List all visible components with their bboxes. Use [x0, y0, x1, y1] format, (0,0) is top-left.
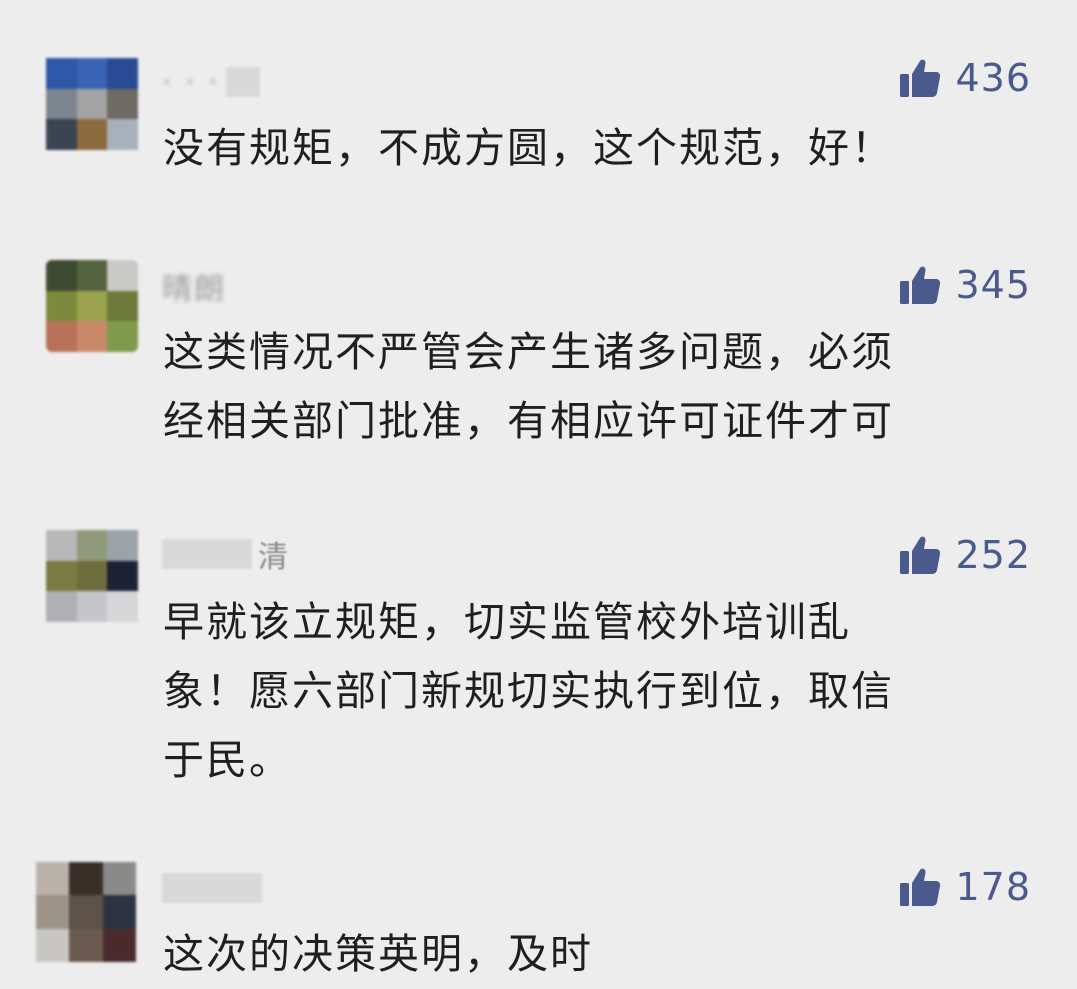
like-button[interactable]: 178: [899, 862, 1031, 912]
avatar-mosaic-tile: [46, 88, 77, 120]
avatar-mosaic-tile: [46, 58, 77, 89]
avatar-mosaic-tile: [69, 895, 103, 929]
thumbs-up-icon: [899, 534, 941, 576]
avatar-mosaic-tile: [107, 321, 138, 352]
like-count: 345: [955, 263, 1031, 307]
avatar-mosaic-tile: [46, 290, 77, 322]
avatar-mosaic-tile: [107, 560, 138, 592]
commenter-name: 清: [162, 534, 290, 575]
like-count: 178: [955, 865, 1031, 909]
avatar-mosaic-tile: [46, 260, 77, 291]
like-button[interactable]: 436: [899, 53, 1031, 103]
like-button[interactable]: 345: [899, 260, 1031, 310]
commenter-name-text: · · ·: [162, 64, 220, 100]
avatar-mosaic-tile: [36, 928, 70, 962]
like-button[interactable]: 252: [899, 530, 1031, 580]
avatar-mosaic-tile: [76, 88, 108, 120]
commenter-name-text: 清: [258, 540, 290, 575]
avatar-mosaic-tile: [36, 895, 70, 929]
avatar-mosaic-tile: [107, 119, 138, 150]
avatar-mosaic-tile: [46, 560, 77, 592]
avatar-mosaic-tile: [107, 260, 138, 291]
comment-text: 这次的决策英明，及时: [163, 930, 593, 978]
avatar-mosaic-tile: [46, 321, 77, 352]
avatar-mosaic-tile: [76, 321, 108, 352]
avatar[interactable]: [46, 530, 138, 622]
avatar-mosaic-tile: [107, 530, 138, 561]
avatar-mosaic-tile: [107, 591, 138, 622]
thumbs-up-icon: [899, 264, 941, 306]
avatar-mosaic-tile: [107, 88, 138, 120]
avatar-mosaic-tile: [76, 260, 108, 291]
name-blur-block: [162, 539, 252, 569]
avatar[interactable]: [36, 862, 136, 962]
avatar-mosaic-tile: [102, 928, 136, 962]
avatar[interactable]: [46, 58, 138, 150]
commenter-name: · · ·: [162, 62, 260, 102]
avatar-mosaic-tile: [46, 119, 77, 150]
avatar-mosaic-tile: [76, 591, 108, 622]
avatar-mosaic-tile: [76, 119, 108, 150]
comment-text: 没有规矩，不成方圆，这个规范，好！: [163, 124, 894, 172]
name-blur-block: [225, 67, 260, 97]
like-count: 252: [955, 533, 1031, 577]
avatar-mosaic-tile: [76, 290, 108, 322]
commenter-name: [162, 868, 262, 908]
avatar-mosaic-tile: [76, 530, 108, 561]
comment-text: 这类情况不严管会产生诸多问题，必须 经相关部门批准，有相应许可证件才可: [163, 328, 894, 445]
avatar-mosaic-tile: [76, 58, 108, 89]
avatar-mosaic-tile: [36, 862, 70, 896]
avatar-mosaic-tile: [69, 862, 103, 896]
thumbs-up-icon: [899, 866, 941, 908]
avatar-mosaic-tile: [107, 58, 138, 89]
thumbs-up-icon: [899, 57, 941, 99]
avatar-mosaic-tile: [102, 895, 136, 929]
like-count: 436: [955, 56, 1031, 100]
comment-text: 早就该立规矩，切实监管校外培训乱 象！愿六部门新规切实执行到位，取信 于民。: [163, 598, 894, 784]
avatar-mosaic-tile: [102, 862, 136, 896]
avatar-mosaic-tile: [76, 560, 108, 592]
commenter-name: 晴朗: [162, 266, 226, 307]
name-blur-block: [162, 873, 262, 903]
commenter-name-text: 晴朗: [162, 272, 226, 307]
avatar-mosaic-tile: [46, 530, 77, 561]
avatar-mosaic-tile: [46, 591, 77, 622]
avatar[interactable]: [46, 260, 138, 352]
avatar-mosaic-tile: [107, 290, 138, 322]
avatar-mosaic-tile: [69, 928, 103, 962]
